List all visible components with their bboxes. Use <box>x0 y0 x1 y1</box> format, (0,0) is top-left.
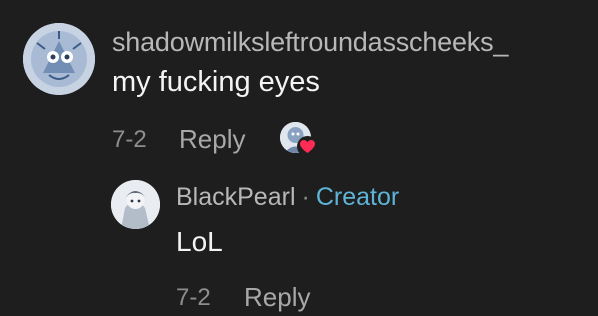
reply-avatar[interactable] <box>111 180 160 229</box>
reply-username[interactable]: BlackPearl <box>176 183 296 211</box>
separator-dot: · <box>301 183 310 211</box>
comment-reply-button[interactable]: Reply <box>179 124 245 155</box>
comment-date: 7-2 <box>112 126 147 153</box>
reply-header: BlackPearl · Creator <box>176 183 399 212</box>
snowflake-character-icon <box>23 23 95 95</box>
commenter-username[interactable]: shadowmilksleftroundasscheeks_ <box>112 27 508 58</box>
reply-reply-button[interactable]: Reply <box>244 282 310 313</box>
heart-icon <box>297 136 318 157</box>
reply-text: LoL <box>176 226 223 257</box>
comment-thread: shadowmilksleftroundasscheeks_ my fuckin… <box>0 0 598 316</box>
creator-badge: Creator <box>315 183 400 211</box>
character-icon <box>111 180 160 229</box>
commenter-avatar[interactable] <box>23 23 95 95</box>
comment-text: my fucking eyes <box>112 66 320 98</box>
reply-date: 7-2 <box>176 284 211 311</box>
liked-by-creator <box>280 122 320 158</box>
